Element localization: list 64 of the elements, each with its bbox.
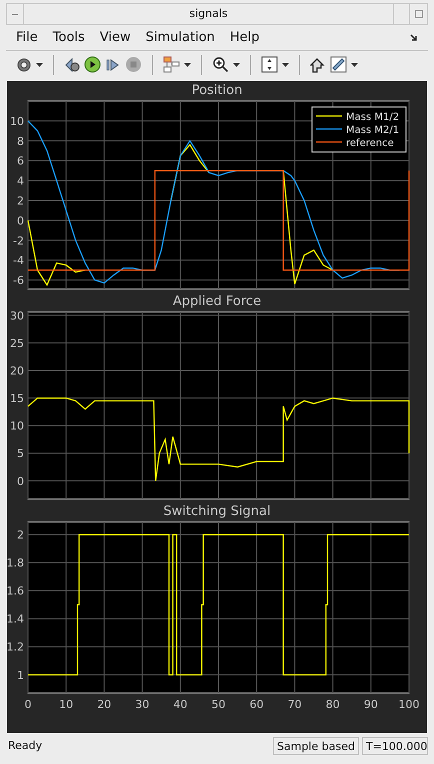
caret-icon[interactable] xyxy=(351,62,358,66)
status-message: Ready xyxy=(7,738,44,754)
step-back-icon[interactable] xyxy=(64,56,80,72)
time-field: T=100.000 xyxy=(362,737,428,755)
y-tick-label: 2 xyxy=(17,194,24,208)
y-tick-label: 1.8 xyxy=(7,556,24,570)
caret-icon[interactable] xyxy=(36,62,43,66)
y-tick-label: 1.2 xyxy=(7,640,24,654)
y-tick-label: 1.6 xyxy=(7,584,24,598)
chart-title: Applied Force xyxy=(172,293,262,311)
legend-label: Mass M2/1 xyxy=(346,125,400,136)
y-tick-label: 8 xyxy=(17,134,24,148)
legend-label: Mass M1/2 xyxy=(346,112,400,123)
y-tick-label: 4 xyxy=(17,174,24,188)
y-tick-label: 10 xyxy=(10,420,24,433)
x-tick-label: 0 xyxy=(24,698,32,711)
x-tick-label: 60 xyxy=(250,698,264,711)
x-tick-label: 80 xyxy=(326,698,340,711)
y-tick-label: 0 xyxy=(17,474,24,488)
y-tick-label: -6 xyxy=(13,274,24,288)
x-tick-label: 50 xyxy=(212,698,226,711)
chart-title: Position xyxy=(192,82,242,100)
caret-icon[interactable] xyxy=(282,62,289,66)
menu-item[interactable]: Help xyxy=(230,28,260,48)
y-tick-label: 20 xyxy=(10,364,24,378)
arrow-up-icon[interactable] xyxy=(310,56,326,72)
y-tick-label: 1 xyxy=(17,668,24,682)
play-icon[interactable] xyxy=(84,56,101,73)
x-tick-label: 10 xyxy=(59,698,74,711)
legend-label: reference xyxy=(346,138,394,149)
block-diagram-icon[interactable] xyxy=(163,56,180,73)
ruler-icon[interactable] xyxy=(330,56,347,73)
y-tick-label: 25 xyxy=(10,336,24,350)
caret-icon[interactable] xyxy=(184,62,191,66)
y-tick-label: 0 xyxy=(17,214,24,228)
x-tick-label: 90 xyxy=(364,698,378,711)
zoom-in-icon[interactable] xyxy=(212,56,229,73)
x-tick-label: 40 xyxy=(173,698,188,711)
settings-icon[interactable] xyxy=(16,56,32,72)
y-tick-label: 5 xyxy=(17,447,24,460)
y-tick-label: 15 xyxy=(10,392,24,406)
menu-item[interactable]: View xyxy=(100,28,131,48)
x-tick-label: 30 xyxy=(135,698,150,711)
y-tick-label: 30 xyxy=(10,311,24,322)
stop-icon[interactable] xyxy=(125,56,142,73)
window-title: signals xyxy=(188,6,229,22)
y-tick-label: 2 xyxy=(17,528,24,542)
y-tick-label: 10 xyxy=(10,114,24,128)
fit-to-view-icon[interactable] xyxy=(261,56,278,73)
y-tick-label: 1.4 xyxy=(7,612,24,626)
x-tick-label: 100 xyxy=(398,698,420,711)
y-tick-label: -2 xyxy=(13,234,24,248)
x-tick-label: 20 xyxy=(97,698,112,711)
menu-item[interactable]: Simulation xyxy=(146,28,215,48)
chart-title: Switching Signal xyxy=(163,503,271,521)
menu-item[interactable]: File xyxy=(16,28,38,48)
x-tick-label: 70 xyxy=(288,698,302,711)
caret-icon[interactable] xyxy=(233,62,240,66)
y-tick-label: -4 xyxy=(13,254,24,268)
sample-mode-field: Sample based xyxy=(273,737,359,755)
dock-arrow-icon[interactable] xyxy=(410,34,418,42)
step-forward-icon[interactable] xyxy=(105,56,121,72)
y-tick-label: 6 xyxy=(17,154,24,168)
menu-item[interactable]: Tools xyxy=(52,28,85,48)
